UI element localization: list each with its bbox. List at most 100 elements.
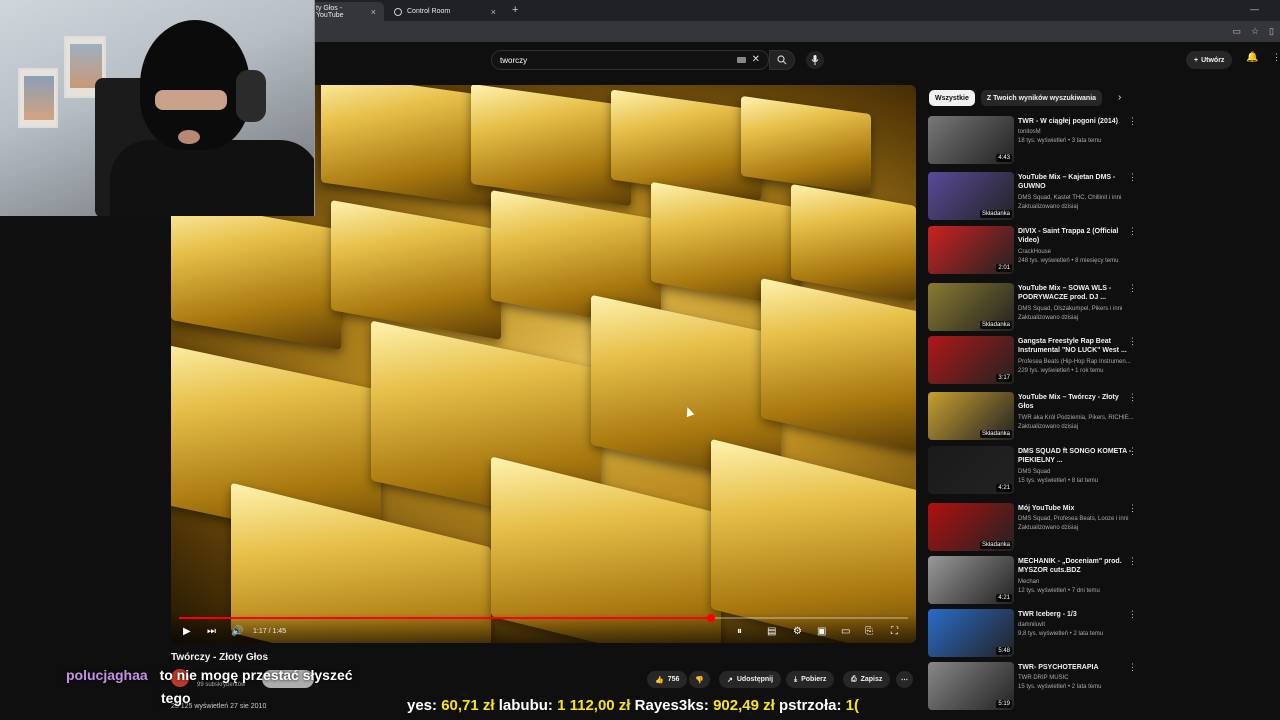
- download-button[interactable]: ⤓ Pobierz: [786, 671, 835, 688]
- more-icon[interactable]: ⋮: [1128, 609, 1137, 620]
- recommendation-channel[interactable]: TWR aka Król Podziemia, Pikers, RICHIE..…: [1018, 414, 1140, 422]
- recommendation-item[interactable]: 5:19 TWR- PSYCHOTERAPIA TWR DRIP MUSIC 15 t…: [928, 662, 1138, 714]
- video-thumbnail[interactable]: 5:48: [928, 609, 1014, 657]
- scrubber-handle[interactable]: [707, 614, 716, 622]
- next-icon[interactable]: ⏭: [207, 626, 216, 637]
- more-icon[interactable]: ⋮: [1128, 556, 1137, 567]
- chevron-right-icon[interactable]: ›: [1118, 92, 1121, 103]
- tab-label: ty Głos - YouTube: [316, 4, 344, 19]
- recommendation-item[interactable]: Składanka YouTube Mix – Kajetan DMS - GUW…: [928, 172, 1138, 224]
- share-label: Udostępnij: [736, 676, 774, 683]
- recommendation-item[interactable]: 4:21 MECHANIK - „Doceniam" prod. MYSZOR c…: [928, 556, 1138, 608]
- bookmark-star-icon[interactable]: ☆: [1251, 26, 1259, 37]
- recommendation-title[interactable]: TWR Iceberg - 1/3: [1018, 610, 1132, 619]
- recommendation-title[interactable]: MECHANIK - „Doceniam" prod. MYSZOR cuts.…: [1018, 557, 1132, 575]
- voice-search-button[interactable]: [806, 51, 824, 69]
- video-thumbnail[interactable]: 4:21: [928, 446, 1014, 494]
- recommendation-channel[interactable]: DMS Squad: [1018, 468, 1140, 476]
- settings-gear-icon[interactable]: ⚙: [793, 626, 802, 637]
- tab-youtube[interactable]: ty Głos - YouTube ×: [308, 2, 384, 21]
- more-icon[interactable]: ⋮: [1272, 52, 1280, 63]
- close-icon[interactable]: ×: [491, 7, 496, 17]
- download-label: Pobierz: [801, 676, 827, 683]
- video-thumbnail[interactable]: 4:21: [928, 556, 1014, 604]
- dislike-button[interactable]: 👎: [689, 671, 710, 688]
- recommendation-item[interactable]: 3:17 Gangsta Freestyle Rap Beat Instrumen…: [928, 336, 1138, 388]
- recommendation-title[interactable]: TWR - W ciągłej pogoni (2014): [1018, 117, 1132, 126]
- globe-icon: [394, 7, 402, 16]
- recommendation-title[interactable]: Mój YouTube Mix: [1018, 504, 1132, 513]
- recommendation-channel[interactable]: DMS Squad, Profesea Beats, Looze i inni: [1018, 515, 1140, 523]
- duration-badge: 3:17: [996, 374, 1012, 382]
- subtitles-icon[interactable]: ▤: [767, 626, 776, 637]
- more-actions-button[interactable]: ⋯: [896, 671, 913, 688]
- video-thumbnail[interactable]: Składanka: [928, 283, 1014, 331]
- search-input[interactable]: tworczy ✕: [491, 50, 769, 70]
- recommendation-channel[interactable]: TWR DRIP MUSIC: [1018, 674, 1140, 682]
- recommendation-item[interactable]: Składanka YouTube Mix – Twórczy - Złoty G…: [928, 392, 1138, 444]
- more-icon[interactable]: ⋮: [1128, 172, 1137, 183]
- more-icon[interactable]: ⋮: [1128, 116, 1137, 127]
- recommendation-item[interactable]: 2:01 DIVIX - Saint Trappa 2 (Official Vid…: [928, 226, 1138, 278]
- more-icon[interactable]: ⋮: [1128, 662, 1137, 673]
- video-thumbnail[interactable]: Składanka: [928, 172, 1014, 220]
- recommendation-channel[interactable]: DMS Squad, Olszakumpel, Pikers i inni: [1018, 305, 1140, 313]
- video-thumbnail[interactable]: 3:17: [928, 336, 1014, 384]
- more-icon[interactable]: ⋮: [1128, 226, 1137, 237]
- tab-control-room[interactable]: Control Room ×: [386, 2, 504, 21]
- recommendation-item[interactable]: 5:48 TWR Iceberg - 1/3 damniluvit 9,8 tys. …: [928, 609, 1138, 661]
- sidebar-icon[interactable]: ▯: [1269, 26, 1274, 37]
- recommendation-title[interactable]: DIVIX - Saint Trappa 2 (Official Video): [1018, 227, 1132, 245]
- recommendation-item[interactable]: 4:21 DMS SQUAD ft SONGO KOMETA - PIEKIELN…: [928, 446, 1138, 498]
- video-thumbnail[interactable]: 5:19: [928, 662, 1014, 710]
- like-button[interactable]: 👍 756: [647, 671, 688, 688]
- more-icon[interactable]: ⋮: [1128, 446, 1137, 457]
- create-button[interactable]: + Utwórz: [1186, 51, 1233, 69]
- video-thumbnail[interactable]: 2:01: [928, 226, 1014, 274]
- minimize-icon[interactable]: —: [1250, 4, 1259, 14]
- recommendation-channel[interactable]: tonitosM: [1018, 128, 1140, 136]
- recommendation-title[interactable]: Gangsta Freestyle Rap Beat Instrumental …: [1018, 337, 1132, 355]
- recommendation-item[interactable]: Składanka Mój YouTube Mix DMS Squad, Profe…: [928, 503, 1138, 555]
- recommendation-channel[interactable]: CrackHouse: [1018, 248, 1140, 256]
- recommendation-title[interactable]: TWR- PSYCHOTERAPIA: [1018, 663, 1132, 672]
- recommendation-channel[interactable]: damniluvit: [1018, 621, 1140, 629]
- recommendation-title[interactable]: YouTube Mix – Kajetan DMS - GUWNO: [1018, 173, 1132, 191]
- chip-all[interactable]: Wszystkie: [929, 90, 975, 106]
- more-icon[interactable]: ⋮: [1128, 283, 1137, 294]
- more-icon[interactable]: ⋮: [1128, 392, 1137, 403]
- video-thumbnail[interactable]: 4:43: [928, 116, 1014, 164]
- recommendation-channel[interactable]: Mechan: [1018, 578, 1140, 586]
- theater-mode-icon[interactable]: ▭: [841, 626, 850, 637]
- recommendation-channel[interactable]: DMS Squad, Kastet THC, Chillinit i inni: [1018, 194, 1140, 202]
- new-tab-button[interactable]: +: [512, 4, 518, 16]
- search-button[interactable]: [769, 50, 795, 70]
- wall-photo: [18, 68, 58, 128]
- cast-icon[interactable]: ⎘: [865, 626, 873, 637]
- play-icon[interactable]: ▶: [183, 626, 191, 637]
- share-button[interactable]: ↗ Udostępnij: [719, 671, 782, 688]
- more-icon[interactable]: ⋮: [1128, 336, 1137, 347]
- recommendation-stats: 18 tys. wyświetleń • 3 lata temu: [1018, 138, 1102, 144]
- recommendation-title[interactable]: YouTube Mix – SOWA WLS - PODRYWACZE prod…: [1018, 284, 1132, 302]
- recommendation-title[interactable]: DMS SQUAD ft SONGO KOMETA - PIEKIELNY ..…: [1018, 447, 1132, 465]
- save-button[interactable]: ⎙ Zapisz: [843, 671, 891, 688]
- clear-search-icon[interactable]: ✕: [752, 54, 760, 65]
- cast-icon[interactable]: ▭: [1232, 26, 1241, 37]
- close-icon[interactable]: ×: [371, 7, 376, 17]
- fullscreen-icon[interactable]: ⛶: [891, 626, 898, 637]
- bell-icon[interactable]: 🔔: [1246, 52, 1258, 63]
- progress-bar[interactable]: [179, 614, 908, 622]
- recommendation-title[interactable]: YouTube Mix – Twórczy - Złoty Głos: [1018, 393, 1132, 411]
- video-thumbnail[interactable]: Składanka: [928, 392, 1014, 440]
- miniplayer-icon[interactable]: ▣: [817, 626, 826, 637]
- keyboard-icon[interactable]: [737, 57, 746, 63]
- more-icon[interactable]: ⋮: [1128, 503, 1137, 514]
- video-thumbnail[interactable]: Składanka: [928, 503, 1014, 551]
- recommendation-item[interactable]: Składanka YouTube Mix – SOWA WLS - PODRYW…: [928, 283, 1138, 335]
- autoplay-toggle[interactable]: ⏸: [737, 626, 742, 637]
- recommendation-channel[interactable]: Profesea Beats (Hip-Hop Rap Instrumen...: [1018, 358, 1140, 366]
- chip-from-search[interactable]: Z Twoich wyników wyszukiwania: [980, 90, 1103, 106]
- volume-icon[interactable]: 🔊: [231, 626, 243, 637]
- recommendation-item[interactable]: 4:43 TWR - W ciągłej pogoni (2014) tonitos…: [928, 116, 1138, 168]
